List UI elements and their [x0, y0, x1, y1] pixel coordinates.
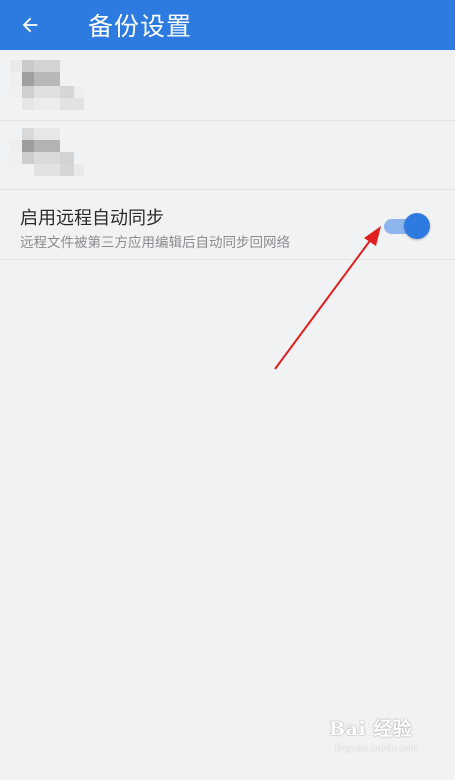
auto-sync-title: 启用远程自动同步	[20, 208, 164, 229]
app-screen: 备份设置 启用远程自动同步 远程文件被第三方应用编辑后自动同步回网络 Bai 经…	[0, 0, 455, 780]
settings-row-auto-sync[interactable]: 启用远程自动同步 远程文件被第三方应用编辑后自动同步回网络	[0, 190, 455, 260]
app-bar: 备份设置	[0, 0, 455, 50]
settings-row-redacted-2[interactable]	[0, 121, 455, 190]
watermark-url: jingyan.baidu.com	[335, 744, 419, 754]
arrow-left-icon	[22, 17, 38, 33]
page-title: 备份设置	[88, 12, 193, 41]
back-button[interactable]	[0, 0, 60, 50]
watermark-logo: Bai 经验	[329, 718, 413, 740]
toggle-thumb	[404, 213, 430, 239]
auto-sync-toggle[interactable]	[384, 213, 432, 239]
baidu-jingyan-watermark: Bai 经验 jingyan.baidu.com	[329, 714, 429, 760]
auto-sync-subtitle: 远程文件被第三方应用编辑后自动同步回网络	[20, 235, 290, 251]
settings-row-redacted-1[interactable]	[0, 50, 455, 121]
